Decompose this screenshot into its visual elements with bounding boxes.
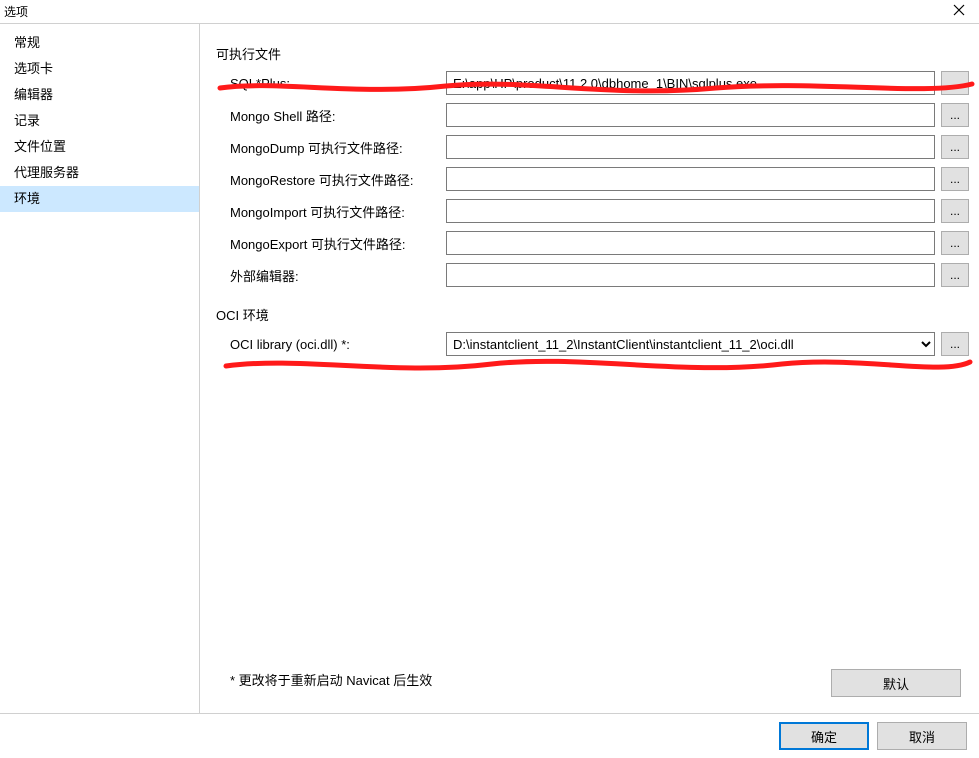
- label-mongorestore: MongoRestore 可执行文件路径:: [230, 170, 440, 189]
- sidebar-item-label: 记录: [14, 113, 40, 128]
- browse-mongodump[interactable]: ...: [941, 135, 969, 159]
- row-mongoimport: MongoImport 可执行文件路径: ...: [230, 199, 969, 223]
- sidebar-item-label: 选项卡: [14, 61, 53, 76]
- section-title-executables: 可执行文件: [216, 44, 969, 63]
- row-mongorestore: MongoRestore 可执行文件路径: ...: [230, 167, 969, 191]
- footer: 确定 取消: [0, 714, 979, 758]
- ellipsis-icon: ...: [950, 108, 960, 122]
- browse-mongorestore[interactable]: ...: [941, 167, 969, 191]
- row-sqlplus: SQL*Plus: ...: [230, 71, 969, 95]
- sidebar-item-records[interactable]: 记录: [0, 108, 199, 134]
- ellipsis-icon: ...: [950, 76, 960, 90]
- default-button[interactable]: 默认: [831, 669, 961, 697]
- input-mongodump[interactable]: [446, 135, 935, 159]
- input-mongoexport[interactable]: [446, 231, 935, 255]
- ok-button[interactable]: 确定: [779, 722, 869, 750]
- ellipsis-icon: ...: [950, 268, 960, 282]
- label-mongodump: MongoDump 可执行文件路径:: [230, 138, 440, 157]
- browse-mongoimport[interactable]: ...: [941, 199, 969, 223]
- oci-form: OCI library (oci.dll) *: D:\instantclien…: [230, 332, 969, 356]
- label-mongo-shell: Mongo Shell 路径:: [230, 106, 440, 125]
- input-mongoimport[interactable]: [446, 199, 935, 223]
- browse-sqlplus[interactable]: ...: [941, 71, 969, 95]
- ellipsis-icon: ...: [950, 236, 960, 250]
- ellipsis-icon: ...: [950, 172, 960, 186]
- executables-form: SQL*Plus: ... Mongo Shell 路径: ... MongoD…: [230, 71, 969, 287]
- close-button[interactable]: [939, 0, 979, 22]
- row-oci-library: OCI library (oci.dll) *: D:\instantclien…: [230, 332, 969, 356]
- ellipsis-icon: ...: [950, 337, 960, 351]
- label-mongoexport: MongoExport 可执行文件路径:: [230, 234, 440, 253]
- sidebar-item-label: 常规: [14, 35, 40, 50]
- content-panel: 可执行文件 SQL*Plus: ... Mongo Shell 路径: ... …: [200, 24, 979, 713]
- sidebar-item-proxy[interactable]: 代理服务器: [0, 160, 199, 186]
- label-oci-library: OCI library (oci.dll) *:: [230, 337, 440, 352]
- browse-mongo-shell[interactable]: ...: [941, 103, 969, 127]
- label-sqlplus: SQL*Plus:: [230, 76, 440, 91]
- row-mongodump: MongoDump 可执行文件路径: ...: [230, 135, 969, 159]
- input-mongorestore[interactable]: [446, 167, 935, 191]
- input-external-editor[interactable]: [446, 263, 935, 287]
- label-external-editor: 外部编辑器:: [230, 266, 440, 285]
- sidebar-item-tabs[interactable]: 选项卡: [0, 56, 199, 82]
- browse-mongoexport[interactable]: ...: [941, 231, 969, 255]
- sidebar-item-label: 编辑器: [14, 87, 53, 102]
- sidebar-item-label: 文件位置: [14, 139, 66, 154]
- cancel-button[interactable]: 取消: [877, 722, 967, 750]
- browse-oci-library[interactable]: ...: [941, 332, 969, 356]
- sidebar: 常规 选项卡 编辑器 记录 文件位置 代理服务器 环境: [0, 24, 200, 713]
- section-title-oci: OCI 环境: [216, 305, 969, 324]
- sidebar-item-label: 代理服务器: [14, 165, 79, 180]
- restart-note: * 更改将于重新启动 Navicat 后生效: [230, 670, 432, 689]
- input-mongo-shell[interactable]: [446, 103, 935, 127]
- sidebar-item-editor[interactable]: 编辑器: [0, 82, 199, 108]
- input-sqlplus[interactable]: [446, 71, 935, 95]
- row-mongoexport: MongoExport 可执行文件路径: ...: [230, 231, 969, 255]
- label-mongoimport: MongoImport 可执行文件路径:: [230, 202, 440, 221]
- row-external-editor: 外部编辑器: ...: [230, 263, 969, 287]
- sidebar-item-general[interactable]: 常规: [0, 30, 199, 56]
- sidebar-item-label: 环境: [14, 191, 40, 206]
- body: 常规 选项卡 编辑器 记录 文件位置 代理服务器 环境 可执行文件 SQL*Pl…: [0, 24, 979, 714]
- window-title: 选项: [4, 3, 28, 20]
- ellipsis-icon: ...: [950, 140, 960, 154]
- ellipsis-icon: ...: [950, 204, 960, 218]
- sidebar-item-file-locations[interactable]: 文件位置: [0, 134, 199, 160]
- close-icon: [953, 3, 965, 19]
- sidebar-item-environment[interactable]: 环境: [0, 186, 199, 212]
- browse-external-editor[interactable]: ...: [941, 263, 969, 287]
- row-mongo-shell: Mongo Shell 路径: ...: [230, 103, 969, 127]
- select-oci-library[interactable]: D:\instantclient_11_2\InstantClient\inst…: [446, 332, 935, 356]
- titlebar: 选项: [0, 0, 979, 24]
